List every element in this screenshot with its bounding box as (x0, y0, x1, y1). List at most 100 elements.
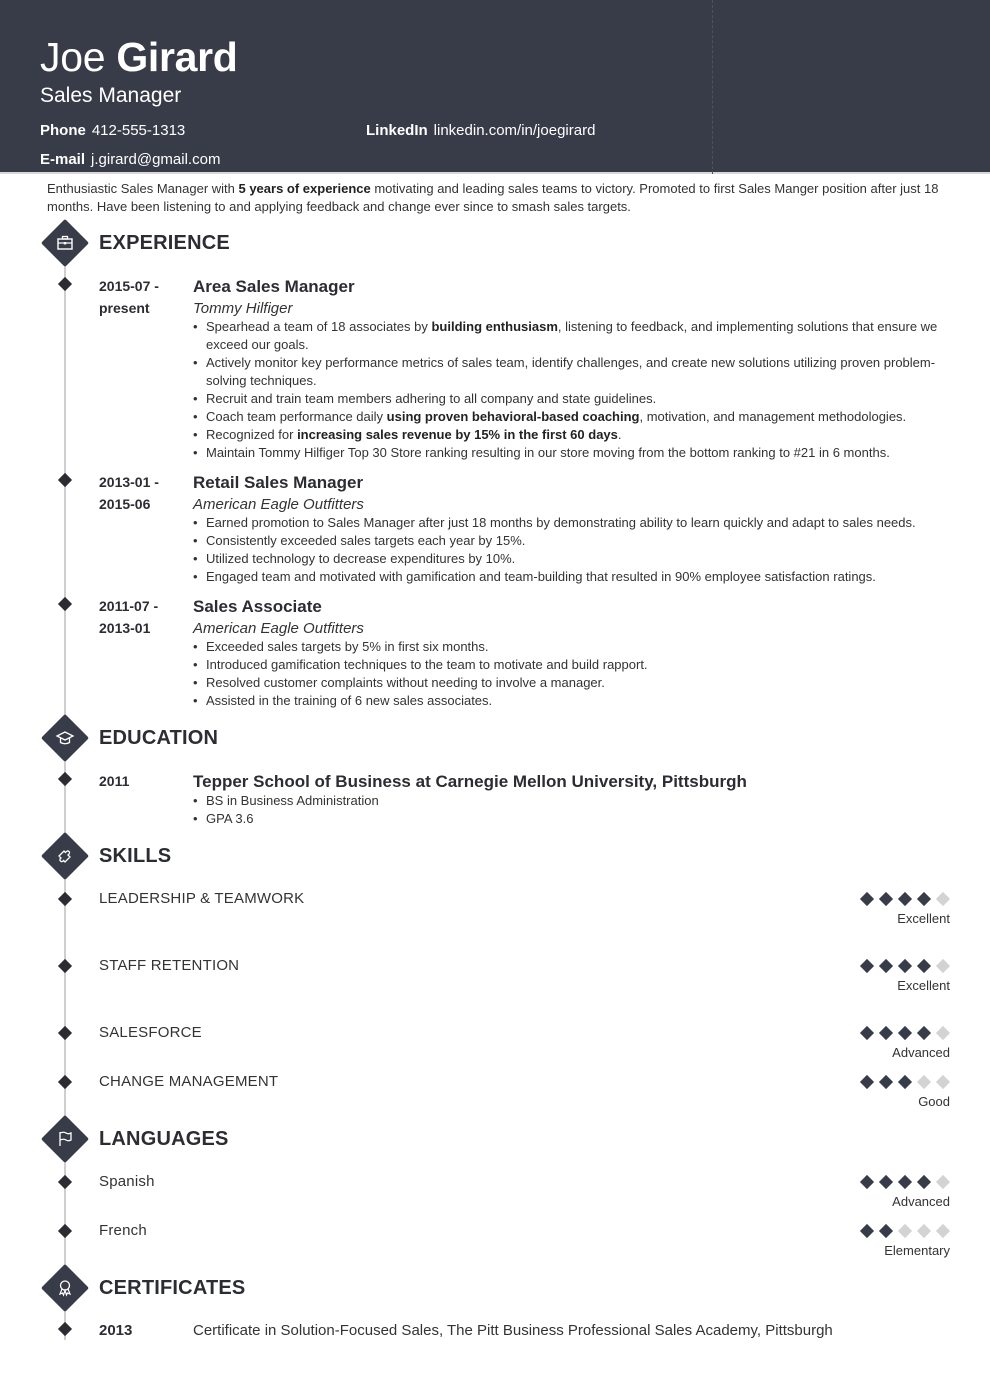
rating-diamond-filled (859, 1074, 875, 1090)
list-item: Actively monitor key performance metrics… (193, 354, 953, 390)
experience-date: 2015-07 - present (99, 275, 159, 319)
list-item: Recognized for increasing sales revenue … (193, 426, 953, 444)
email-link[interactable]: j.girard@gmail.com (91, 151, 220, 168)
rating-diamond-filled (897, 891, 913, 907)
experience-bullets: Earned promotion to Sales Manager after … (193, 514, 953, 586)
education-year: 2011 (99, 773, 130, 789)
rating-diamond-filled (897, 1174, 913, 1190)
section-title-certificates: CERTIFICATES (99, 1277, 246, 1299)
candidate-name: Joe Girard (40, 34, 238, 81)
experience-company: American Eagle Outfitters (193, 496, 364, 513)
list-item: Resolved customer complaints without nee… (193, 674, 953, 692)
rating-diamonds (859, 1025, 951, 1041)
experience-bullets: Spearhead a team of 18 associates by bui… (193, 318, 953, 462)
rating-diamonds (859, 891, 951, 907)
rating-item-name: French (99, 1222, 147, 1239)
last-name: Girard (116, 34, 238, 80)
list-item: Introduced gamification techniques to th… (193, 656, 953, 674)
timeline-marker (57, 958, 73, 974)
date-start: 2011-07 - (99, 598, 159, 614)
rating-diamond-empty (935, 1074, 951, 1090)
timeline-marker (57, 596, 73, 612)
timeline-marker (57, 1321, 73, 1337)
timeline-marker (57, 1223, 73, 1239)
rating-level-label: Advanced (892, 1194, 950, 1209)
rating-diamond-filled (878, 1223, 894, 1239)
summary: Enthusiastic Sales Manager with 5 years … (47, 180, 957, 216)
section-title-languages: LANGUAGES (99, 1128, 229, 1150)
rating-diamond-empty (935, 1025, 951, 1041)
rating-diamond-empty (935, 1174, 951, 1190)
rating-item-name: CHANGE MANAGEMENT (99, 1073, 279, 1090)
experience-role: Retail Sales Manager (193, 473, 364, 492)
rating-diamond-filled (878, 1174, 894, 1190)
rating-diamond-empty (916, 1223, 932, 1239)
contact-linkedin: LinkedIn linkedin.com/in/joegirard (366, 122, 595, 139)
timeline-marker (57, 276, 73, 292)
rating-diamond-filled (859, 1025, 875, 1041)
rating-diamond-filled (916, 1025, 932, 1041)
date-end: 2013-01 (99, 620, 151, 636)
experience-date: 2013-01 - 2015-06 (99, 471, 159, 515)
rating-item-name: STAFF RETENTION (99, 957, 240, 974)
list-item: Coach team performance daily using prove… (193, 408, 953, 426)
rating-diamond-filled (878, 1074, 894, 1090)
rating-diamond-filled (859, 958, 875, 974)
resume-header: Joe Girard Sales Manager Phone 412-555-13… (0, 0, 990, 174)
education-bullets: BS in Business Administration GPA 3.6 (193, 792, 953, 828)
contact-phone: Phone 412-555-1313 (40, 122, 185, 139)
rating-diamond-filled (916, 958, 932, 974)
section-title-education: EDUCATION (99, 727, 219, 749)
linkedin-link[interactable]: linkedin.com/in/joegirard (434, 122, 596, 139)
rating-diamond-empty (916, 1074, 932, 1090)
rating-diamond-filled (878, 958, 894, 974)
rating-diamond-filled (916, 891, 932, 907)
graduation-cap-icon (48, 721, 82, 755)
rating-item-name: Spanish (99, 1173, 155, 1190)
rating-diamond-empty (935, 891, 951, 907)
rating-diamond-filled (859, 1174, 875, 1190)
puzzle-icon (48, 839, 82, 873)
rating-diamonds (859, 1223, 951, 1239)
summary-highlight: 5 years of experience (238, 181, 371, 196)
section-title-skills: SKILLS (99, 845, 172, 867)
date-start: 2015-07 - (99, 278, 159, 294)
list-item: BS in Business Administration (193, 792, 953, 810)
job-title: Sales Manager (40, 84, 182, 107)
rating-diamond-filled (878, 1025, 894, 1041)
rating-diamond-filled (897, 1025, 913, 1041)
list-item: Assisted in the training of 6 new sales … (193, 692, 953, 710)
award-ribbon-icon (48, 1271, 82, 1305)
linkedin-label: LinkedIn (366, 122, 428, 139)
certificate-text: Certificate in Solution-Focused Sales, T… (193, 1322, 833, 1339)
list-item: Recruit and train team members adhering … (193, 390, 953, 408)
section-title-experience: EXPERIENCE (99, 232, 230, 254)
timeline-marker (57, 1025, 73, 1041)
rating-level-label: Advanced (892, 1045, 950, 1060)
rating-diamonds (859, 1074, 951, 1090)
experience-role: Area Sales Manager (193, 277, 355, 296)
date-end: 2015-06 (99, 496, 151, 512)
header-divider (712, 0, 713, 174)
experience-bullets: Exceeded sales targets by 5% in first si… (193, 638, 953, 710)
list-item: Engaged team and motivated with gamifica… (193, 568, 953, 586)
rating-diamond-empty (897, 1223, 913, 1239)
experience-company: Tommy Hilfiger (193, 300, 293, 317)
list-item: Maintain Tommy Hilfiger Top 30 Store ran… (193, 444, 953, 462)
date-start: 2013-01 - (99, 474, 159, 490)
rating-diamonds (859, 1174, 951, 1190)
phone-value[interactable]: 412-555-1313 (92, 122, 185, 139)
rating-level-label: Good (918, 1094, 950, 1109)
experience-company: American Eagle Outfitters (193, 620, 364, 637)
rating-item-name: SALESFORCE (99, 1024, 202, 1041)
flag-icon (48, 1122, 82, 1156)
rating-diamonds (859, 958, 951, 974)
timeline-marker (57, 1074, 73, 1090)
list-item: Utilized technology to decrease expendit… (193, 550, 953, 568)
list-item: Consistently exceeded sales targets each… (193, 532, 953, 550)
rating-level-label: Elementary (884, 1243, 950, 1258)
rating-diamond-filled (859, 1223, 875, 1239)
rating-level-label: Excellent (897, 978, 950, 993)
phone-label: Phone (40, 122, 86, 139)
education-school: Tepper School of Business at Carnegie Me… (193, 772, 747, 791)
